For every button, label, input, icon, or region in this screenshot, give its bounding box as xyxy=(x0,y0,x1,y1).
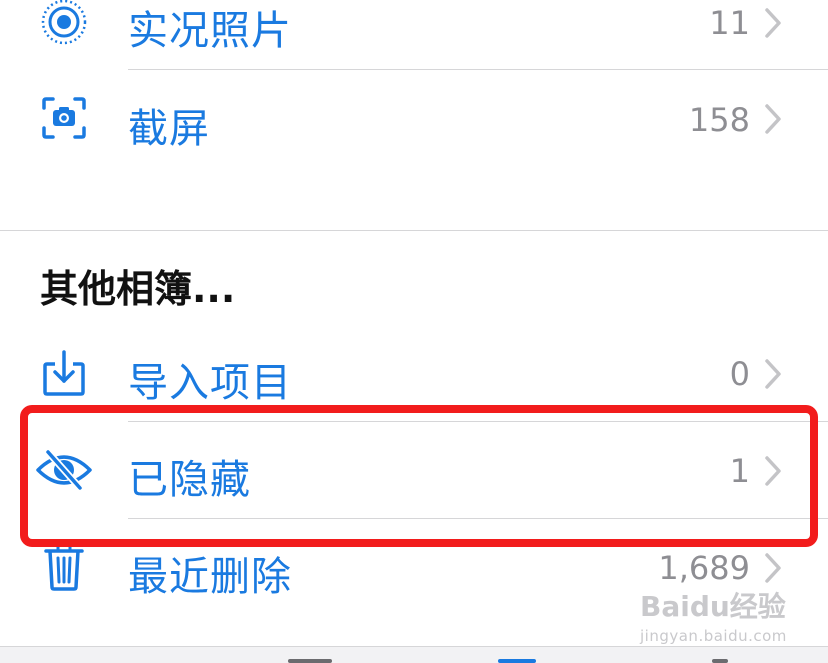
highlight-box xyxy=(20,405,818,547)
tab-icon-fragment[interactable] xyxy=(712,659,728,663)
watermark-brand: Baidu经验 xyxy=(640,590,786,623)
album-label: 实况照片 xyxy=(128,8,292,54)
chevron-right-icon xyxy=(765,8,781,38)
chevron-right-icon xyxy=(765,359,781,389)
tab-icon-fragment[interactable] xyxy=(498,659,536,663)
live-photo-icon xyxy=(34,0,94,52)
chevron-right-icon xyxy=(765,104,781,134)
screenshot-icon xyxy=(34,88,94,148)
tab-bar[interactable] xyxy=(0,646,828,663)
album-label: 导入项目 xyxy=(128,360,292,406)
album-label: 最近删除 xyxy=(128,554,292,600)
album-count: 1,689 xyxy=(658,549,750,587)
watermark-url: jingyan.baidu.com xyxy=(640,627,787,645)
baidu-watermark: Baidu经验 jingyan.baidu.com xyxy=(640,585,787,645)
album-label: 截屏 xyxy=(128,106,210,152)
tab-icon-fragment[interactable] xyxy=(288,659,332,663)
album-count: 0 xyxy=(729,355,750,393)
other-albums-heading: 其他相簿... xyxy=(40,267,236,311)
album-row-screenshots[interactable]: 截屏 158 xyxy=(0,70,828,166)
import-icon xyxy=(34,343,94,403)
section-divider xyxy=(0,230,828,231)
album-row-live-photos[interactable]: 实况照片 11 xyxy=(0,0,828,70)
album-count: 158 xyxy=(688,101,750,139)
chevron-right-icon xyxy=(765,553,781,583)
album-count: 11 xyxy=(709,4,750,42)
